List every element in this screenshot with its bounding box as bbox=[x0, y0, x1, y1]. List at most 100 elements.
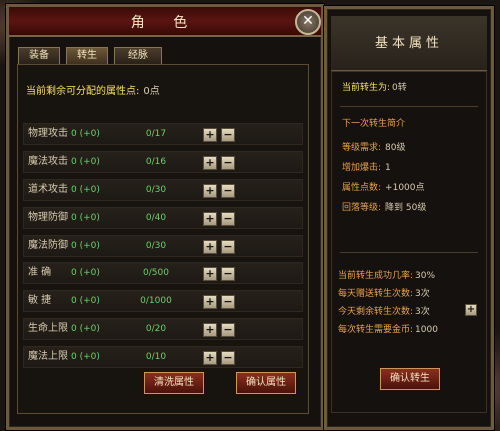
reborn-stat: 每次转生需要金币: 1000 bbox=[338, 322, 438, 335]
attribute-name: 生命上限 bbox=[28, 323, 68, 335]
reborn-stat: 每天赠送转生次数: 3次 bbox=[338, 286, 430, 299]
tab-meridian[interactable]: 经脉 bbox=[114, 47, 162, 64]
attribute-max: 0/16 bbox=[145, 156, 167, 167]
current-reborn-label: 当前转生为: bbox=[342, 83, 391, 93]
attribute-list: 物理攻击 0 (+0) 0/17 + − 魔法攻击 0 (+0) 0/16 + … bbox=[23, 123, 303, 374]
attribute-row: 物理攻击 0 (+0) 0/17 + − bbox=[23, 123, 303, 145]
title-bar: 角 色 ✕ bbox=[9, 7, 321, 37]
plus-icon[interactable]: + bbox=[203, 128, 217, 142]
tab-reborn[interactable]: 转生 bbox=[66, 47, 108, 64]
tab-bar: 装备 转生 经脉 bbox=[18, 47, 162, 64]
minus-icon[interactable]: − bbox=[221, 351, 235, 366]
basic-attributes-header: 基本属性 bbox=[331, 16, 487, 71]
window-title: 角 色 bbox=[130, 15, 200, 31]
attribute-row: 魔法防御 0 (+0) 0/30 + − bbox=[23, 234, 303, 257]
plus-icon[interactable]: + bbox=[203, 267, 217, 282]
plus-icon[interactable]: + bbox=[203, 323, 217, 338]
divider bbox=[340, 252, 478, 253]
plus-icon[interactable]: + bbox=[203, 351, 217, 366]
next-item-label: 回落等级: bbox=[342, 203, 382, 213]
next-reborn-title: 下一次转生简介 bbox=[342, 119, 406, 129]
stat-label: 今天剩余转生次数: bbox=[338, 307, 414, 317]
reborn-content: 当前剩余可分配的属性点: 0点 物理攻击 0 (+0) 0/17 + − 魔法攻击… bbox=[17, 64, 309, 414]
reborn-stat: 今天剩余转生次数: 3次 bbox=[338, 304, 430, 317]
attribute-bonus: 0 (+0) bbox=[71, 352, 100, 363]
attribute-name: 敏 捷 bbox=[28, 295, 52, 307]
next-item-label: 增加爆击: bbox=[342, 163, 382, 173]
attribute-row: 道术攻击 0 (+0) 0/30 + − bbox=[23, 178, 303, 201]
reborn-stat: 当前转生成功几率: 30% bbox=[338, 268, 435, 281]
attribute-bonus: 0 (+0) bbox=[71, 268, 100, 279]
close-button[interactable]: ✕ bbox=[295, 9, 321, 35]
plus-icon[interactable]: + bbox=[203, 155, 217, 170]
next-item-value: 降到 50级 bbox=[385, 203, 427, 213]
current-reborn-value: 0转 bbox=[392, 83, 407, 93]
remaining-points: 当前剩余可分配的属性点: 0点 bbox=[26, 82, 160, 97]
minus-icon[interactable]: − bbox=[221, 128, 235, 142]
remaining-points-value: 0点 bbox=[143, 86, 160, 97]
stat-value: 3次 bbox=[415, 289, 430, 299]
attribute-bonus: 0 (+0) bbox=[71, 296, 100, 307]
attribute-bonus: 0 (+0) bbox=[71, 184, 100, 195]
attribute-bonus: 0 (+0) bbox=[71, 240, 100, 251]
plus-icon[interactable]: + bbox=[203, 239, 217, 254]
stat-value: 3次 bbox=[415, 307, 430, 317]
minus-icon[interactable]: − bbox=[221, 323, 235, 338]
next-item-value: 80级 bbox=[385, 143, 406, 153]
reset-attributes-button[interactable]: 清洗属性 bbox=[144, 372, 204, 394]
attribute-max: 0/17 bbox=[145, 129, 167, 139]
character-panel: 角 色 ✕ 装备 转生 经脉 当前剩余可分配的属性点: 0点 物理攻击 0 (+0… bbox=[6, 4, 324, 430]
stat-label: 每天赠送转生次数: bbox=[338, 289, 414, 299]
current-reborn: 当前转生为: 0转 bbox=[342, 80, 407, 93]
minus-icon[interactable]: − bbox=[221, 239, 235, 254]
attribute-bonus: 0 (+0) bbox=[71, 129, 100, 139]
attribute-max: 0/10 bbox=[145, 352, 167, 363]
stat-label: 当前转生成功几率: bbox=[338, 271, 414, 281]
tab-equipment[interactable]: 装备 bbox=[18, 47, 60, 64]
reborn-info: 当前转生为: 0转 下一次转生简介 等级需求: 80级 增加爆击: 1 属性点数: +1… bbox=[331, 71, 487, 413]
attribute-name: 魔法防御 bbox=[28, 239, 68, 251]
attribute-row: 敏 捷 0 (+0) 0/1000 + − bbox=[23, 290, 303, 313]
next-item-label: 属性点数: bbox=[342, 183, 382, 193]
attribute-row: 生命上限 0 (+0) 0/20 + − bbox=[23, 318, 303, 341]
minus-icon[interactable]: − bbox=[221, 155, 235, 170]
attribute-name: 准 确 bbox=[28, 267, 52, 279]
attribute-name: 道术攻击 bbox=[28, 183, 68, 195]
next-reborn-item: 增加爆击: 1 bbox=[342, 160, 391, 173]
plus-icon[interactable]: + bbox=[203, 211, 217, 226]
basic-attributes-title: 基本属性 bbox=[374, 36, 443, 51]
minus-icon[interactable]: − bbox=[221, 267, 235, 282]
next-item-value: 1 bbox=[385, 163, 391, 173]
attribute-row: 魔法攻击 0 (+0) 0/16 + − bbox=[23, 150, 303, 173]
plus-icon[interactable]: + bbox=[203, 295, 217, 310]
stat-value: 30% bbox=[415, 271, 436, 281]
attribute-max: 0/30 bbox=[145, 184, 167, 195]
next-reborn-item: 等级需求: 80级 bbox=[342, 140, 406, 153]
plus-icon[interactable]: + bbox=[203, 183, 217, 198]
attribute-max: 0/40 bbox=[145, 212, 167, 223]
attribute-max: 0/30 bbox=[145, 240, 167, 251]
stat-label: 每次转生需要金币: bbox=[338, 325, 414, 335]
minus-icon[interactable]: − bbox=[221, 211, 235, 226]
attribute-bonus: 0 (+0) bbox=[71, 324, 100, 335]
attribute-row: 魔法上限 0 (+0) 0/10 + − bbox=[23, 346, 303, 369]
attribute-max: 0/20 bbox=[145, 324, 167, 335]
attribute-max: 0/1000 bbox=[140, 296, 172, 307]
confirm-attributes-button[interactable]: 确认属性 bbox=[236, 372, 296, 394]
attribute-bonus: 0 (+0) bbox=[71, 156, 100, 167]
next-item-label: 等级需求: bbox=[342, 143, 382, 153]
attribute-name: 物理防御 bbox=[28, 211, 68, 223]
remaining-points-label: 当前剩余可分配的属性点: bbox=[26, 86, 140, 97]
next-item-value: +1000点 bbox=[385, 183, 425, 193]
confirm-reborn-button[interactable]: 确认转生 bbox=[380, 368, 440, 390]
attribute-name: 魔法上限 bbox=[28, 351, 68, 363]
attribute-row: 物理防御 0 (+0) 0/40 + − bbox=[23, 206, 303, 229]
minus-icon[interactable]: − bbox=[221, 295, 235, 310]
next-reborn-item: 属性点数: +1000点 bbox=[342, 180, 425, 193]
attribute-row: 准 确 0 (+0) 0/500 + − bbox=[23, 262, 303, 285]
attribute-bonus: 0 (+0) bbox=[71, 212, 100, 223]
plus-icon[interactable]: + bbox=[465, 304, 477, 316]
attribute-name: 魔法攻击 bbox=[28, 155, 68, 167]
minus-icon[interactable]: − bbox=[221, 183, 235, 198]
attribute-max: 0/500 bbox=[143, 268, 169, 279]
